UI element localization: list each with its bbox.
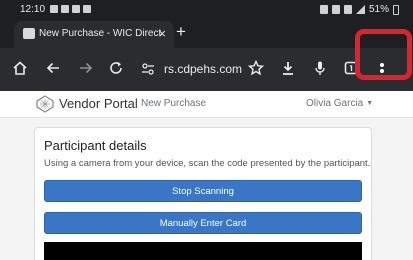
download-icon[interactable] xyxy=(278,60,298,80)
notification-icon xyxy=(50,5,58,13)
tab-strip: New Purchase - WIC Direct V × + xyxy=(0,18,413,48)
participant-description: Using a camera from your device, scan th… xyxy=(44,158,371,169)
new-tab-icon[interactable]: + xyxy=(176,22,186,42)
participant-title: Participant details xyxy=(44,138,147,153)
notification-icons xyxy=(50,5,91,13)
notification-icon xyxy=(83,5,91,13)
microphone-icon[interactable] xyxy=(310,60,330,80)
breadcrumb: New Purchase xyxy=(141,98,207,109)
user-name: Olivia Garcia xyxy=(306,98,364,109)
battery-icon xyxy=(393,4,399,15)
camera-preview xyxy=(44,242,362,260)
brand-title[interactable]: Vendor Portal xyxy=(59,96,138,111)
manual-enter-card-button[interactable]: Manually Enter Card xyxy=(44,212,362,234)
tab-close-icon[interactable]: × xyxy=(158,26,166,41)
bookmark-star-icon[interactable] xyxy=(246,60,266,80)
notification-icon xyxy=(61,5,69,13)
favicon-icon xyxy=(23,28,35,39)
notification-icon xyxy=(72,5,80,13)
caret-down-icon: ▼ xyxy=(366,100,374,107)
wifi-icon xyxy=(343,5,352,14)
page-content: Participant details Using a camera from … xyxy=(0,118,413,260)
browser-toolbar: rs.cdpehs.com xyxy=(0,48,413,91)
portal-navbar: Vendor Portal New Purchase Olivia Garcia… xyxy=(0,91,413,118)
system-status-bar: 12:10 51% xyxy=(0,0,413,18)
back-icon[interactable] xyxy=(43,60,63,80)
tab-title: New Purchase - WIC Direct V xyxy=(39,28,161,39)
signal-icon xyxy=(355,5,365,14)
home-icon[interactable] xyxy=(10,60,30,80)
alarm-icon xyxy=(319,5,328,14)
mute-icon xyxy=(331,5,340,14)
highlight-box xyxy=(355,29,412,80)
status-right-icons: 51% xyxy=(319,4,399,15)
browser-tab[interactable]: New Purchase - WIC Direct V × xyxy=(14,21,174,48)
url-text: rs.cdpehs.com xyxy=(164,62,243,76)
battery-percent: 51% xyxy=(368,4,389,15)
site-settings-icon[interactable] xyxy=(141,62,155,76)
portal-logo-icon xyxy=(35,95,55,113)
status-time: 12:10 xyxy=(20,4,46,15)
forward-icon[interactable] xyxy=(76,60,96,80)
browser-chrome: 12:10 51% New Purchase - WIC Direct V × … xyxy=(0,0,413,91)
participant-card: Participant details Using a camera from … xyxy=(34,127,372,260)
user-menu[interactable]: Olivia Garcia ▼ xyxy=(306,98,373,109)
stop-scanning-button[interactable]: Stop Scanning xyxy=(44,180,362,202)
reload-icon[interactable] xyxy=(106,60,126,80)
